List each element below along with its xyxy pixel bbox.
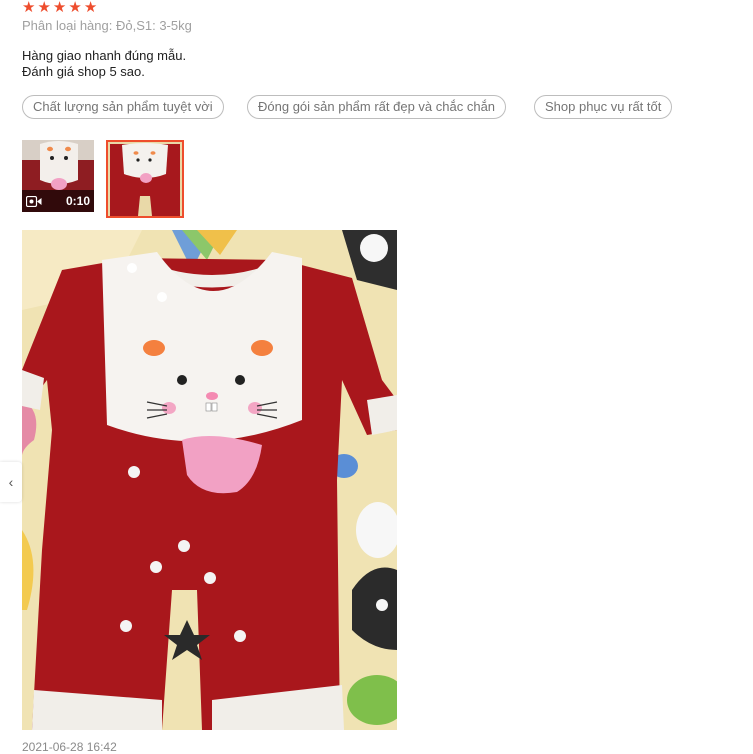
star-icon: ★ [83, 0, 98, 16]
video-duration: 0:10 [65, 194, 90, 208]
review-photo-preview[interactable] [22, 230, 397, 730]
review-comment: Hàng giao nhanh đúng mẫu. Đánh giá shop … [22, 48, 186, 80]
video-camera-icon [26, 195, 42, 207]
star-icon: ★ [68, 0, 82, 16]
photo-thumbnail-image [108, 142, 182, 216]
star-icon: ★ [22, 0, 36, 16]
video-thumbnail[interactable]: 0:10 [22, 140, 94, 212]
review-tag: Chất lượng sản phẩm tuyệt vời [22, 95, 224, 119]
photo-thumbnail-selected[interactable] [106, 140, 184, 218]
review-tag: Đóng gói sản phẩm rất đẹp và chắc chắn [247, 95, 507, 119]
comment-line: Đánh giá shop 5 sao. [22, 64, 145, 79]
star-icon: ★ [37, 0, 51, 16]
baby-romper-photo [22, 230, 397, 730]
star-icon: ★ [52, 0, 67, 16]
rating-stars: ★ ★ ★ ★ ★ [22, 0, 97, 15]
video-info-bar: 0:10 [22, 190, 94, 212]
review-tag: Shop phục vụ rất tốt [534, 95, 673, 119]
comment-line: Hàng giao nhanh đúng mẫu. [22, 48, 187, 63]
chevron-left-icon[interactable]: ‹ [0, 462, 22, 502]
product-variation: Phân loại hàng: Đỏ,S1: 3-5kg [22, 18, 192, 33]
review-timestamp: 2021-06-28 16:42 [22, 740, 117, 754]
